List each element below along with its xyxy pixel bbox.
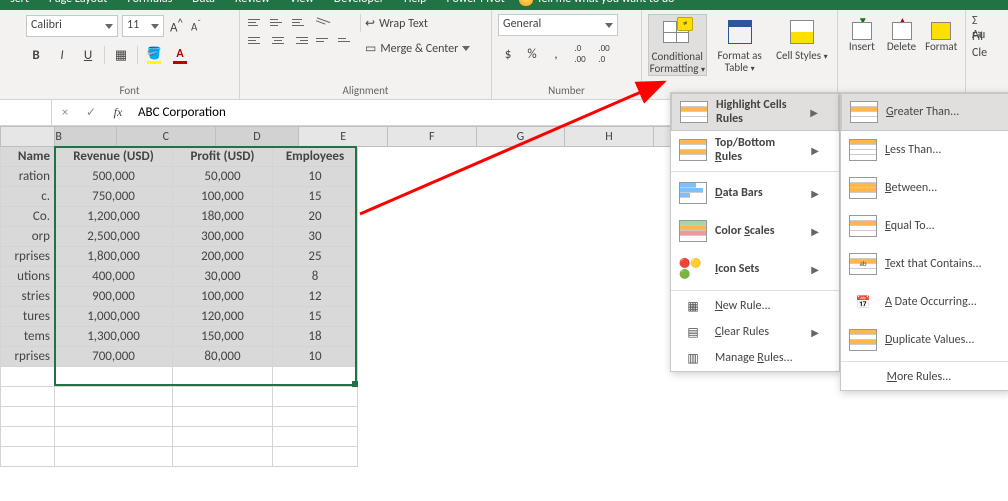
column-header-F[interactable]: F <box>387 127 476 147</box>
name-box[interactable] <box>0 100 52 125</box>
tab-data[interactable]: Data <box>182 0 225 10</box>
fill-button[interactable]: Fil <box>972 30 990 44</box>
tab-insert[interactable]: sert <box>0 0 39 10</box>
submenu-date-occurring[interactable]: 📅 A Date Occurring... <box>841 283 1008 321</box>
tab-page-layout[interactable]: Page Layout <box>39 0 117 10</box>
column-header-H[interactable]: H <box>565 127 654 147</box>
group-label-alignment: Alignment <box>246 82 485 97</box>
clear-button[interactable]: Cle <box>972 46 990 60</box>
lightbulb-icon <box>519 0 533 6</box>
manage-rules-icon: ▥ <box>679 345 707 371</box>
conditional-formatting-menu: Highlight Cells Rules▶ Top/Bottom Rules▶… <box>670 92 840 372</box>
font-name-select[interactable]: Calibri <box>26 15 118 37</box>
conditional-formatting-icon: ≠ <box>661 17 693 49</box>
menu-color-scales[interactable]: Color Scales▶ <box>671 212 839 250</box>
format-as-table-button[interactable]: Format as Table ▾ <box>711 14 769 74</box>
tell-me-label: Tell me what you want to do <box>537 0 675 6</box>
decrease-font-size-button[interactable]: Aˇ <box>189 16 203 36</box>
tab-review[interactable]: Review <box>225 0 280 10</box>
cell-A1[interactable]: Name <box>1 147 55 167</box>
align-middle-button[interactable] <box>268 14 288 30</box>
group-label-font: Font <box>26 82 233 97</box>
menu-data-bars[interactable]: Data Bars▶ <box>671 174 839 212</box>
comma-format-button[interactable]: , <box>546 44 566 64</box>
menu-icon-sets[interactable]: 🔴🟡🟢 Icon Sets▶ <box>671 250 839 288</box>
submenu-text-contains[interactable]: ab Text that Contains... <box>841 245 1008 283</box>
increase-font-size-button[interactable]: A^ <box>168 14 185 37</box>
enter-formula-button[interactable]: ✓ <box>78 105 104 120</box>
ribbon: Calibri 11 A^ Aˇ B I U ▦ 🪣 A Font <box>0 10 1008 100</box>
increase-indent-button[interactable] <box>336 32 356 48</box>
align-right-button[interactable] <box>290 32 310 48</box>
tab-developer[interactable]: Developer <box>324 0 394 10</box>
autosum-button[interactable]: Σ Au <box>972 14 990 28</box>
cell-D1[interactable]: Employees <box>273 147 358 167</box>
submenu-greater-than[interactable]: Greater Than... <box>841 93 1008 131</box>
cancel-formula-button[interactable]: × <box>52 106 78 120</box>
tell-me-box[interactable]: Tell me what you want to do <box>519 0 675 6</box>
borders-button[interactable]: ▦ <box>111 45 131 65</box>
conditional-formatting-button[interactable]: ≠ Conditional Formatting ▾ <box>648 14 707 76</box>
menu-new-rule[interactable]: ▦ New Rule... <box>671 293 839 319</box>
font-color-button[interactable]: A <box>170 47 190 64</box>
font-size-select[interactable]: 11 <box>122 15 164 37</box>
ribbon-tab-bar: sert Page Layout Formulas Data Review Vi… <box>0 0 1008 10</box>
align-bottom-button[interactable] <box>290 14 310 30</box>
calendar-icon: 📅 <box>849 289 877 315</box>
tab-view[interactable]: View <box>280 0 324 10</box>
percent-format-button[interactable]: % <box>522 44 542 64</box>
decrease-decimal-button[interactable]: .00.0 <box>594 44 614 64</box>
format-as-table-icon <box>724 16 756 48</box>
clear-rules-icon: ▤ <box>679 319 707 345</box>
italic-button[interactable]: I <box>52 45 72 65</box>
new-rule-icon: ▦ <box>679 293 707 319</box>
cell-styles-button[interactable]: Cell Styles ▾ <box>773 14 831 62</box>
insert-cells-icon: ▼ <box>850 16 874 40</box>
delete-cells-icon: ▲ <box>890 16 914 40</box>
format-cells-button[interactable]: Format <box>923 14 959 53</box>
menu-manage-rules[interactable]: ▥ Manage Rules... <box>671 345 839 371</box>
decrease-indent-button[interactable] <box>314 32 334 48</box>
column-header-G[interactable]: G <box>476 127 565 147</box>
menu-highlight-cells-rules[interactable]: Highlight Cells Rules▶ <box>671 93 839 131</box>
tab-formulas[interactable]: Formulas <box>117 0 182 10</box>
fill-color-button[interactable]: 🪣 <box>144 46 164 64</box>
cell-B1[interactable]: Revenue (USD) <box>55 147 173 167</box>
submenu-more-rules[interactable]: More Rules... <box>841 364 1008 390</box>
submenu-duplicate-values[interactable]: Duplicate Values... <box>841 321 1008 359</box>
tab-power-pivot[interactable]: Power Pivot <box>436 0 514 10</box>
underline-button[interactable]: U <box>78 45 98 65</box>
menu-top-bottom-rules[interactable]: Top/Bottom Rules▶ <box>671 131 839 169</box>
insert-cells-button[interactable]: ▼ Insert <box>844 14 880 53</box>
insert-function-button[interactable]: fx <box>104 105 132 120</box>
cell-styles-icon <box>786 16 818 48</box>
menu-clear-rules[interactable]: ▤ Clear Rules▶ <box>671 319 839 345</box>
format-cells-icon <box>929 16 953 40</box>
align-center-button[interactable] <box>268 32 288 48</box>
number-format-select[interactable]: General <box>498 14 618 36</box>
wrap-text-button[interactable]: ↩Wrap Text <box>365 16 470 31</box>
orientation-button[interactable] <box>312 11 336 33</box>
align-top-button[interactable] <box>246 14 266 30</box>
submenu-less-than[interactable]: Less Than... <box>841 131 1008 169</box>
submenu-between[interactable]: Between... <box>841 169 1008 207</box>
group-label-number: Number <box>498 82 635 97</box>
increase-decimal-button[interactable]: .0.00 <box>570 44 590 64</box>
delete-cells-button[interactable]: ▲ Delete <box>884 14 920 53</box>
submenu-equal-to[interactable]: Equal To... <box>841 207 1008 245</box>
cell-C1[interactable]: Profit (USD) <box>173 147 273 167</box>
accounting-format-button[interactable]: $ <box>498 44 518 64</box>
highlight-cells-submenu: Greater Than... Less Than... Between... … <box>840 92 1008 391</box>
align-left-button[interactable] <box>246 32 266 48</box>
tab-help[interactable]: Help <box>394 0 437 10</box>
bold-button[interactable]: B <box>26 45 46 65</box>
merge-center-button[interactable]: ▭Merge & Center <box>365 41 470 56</box>
